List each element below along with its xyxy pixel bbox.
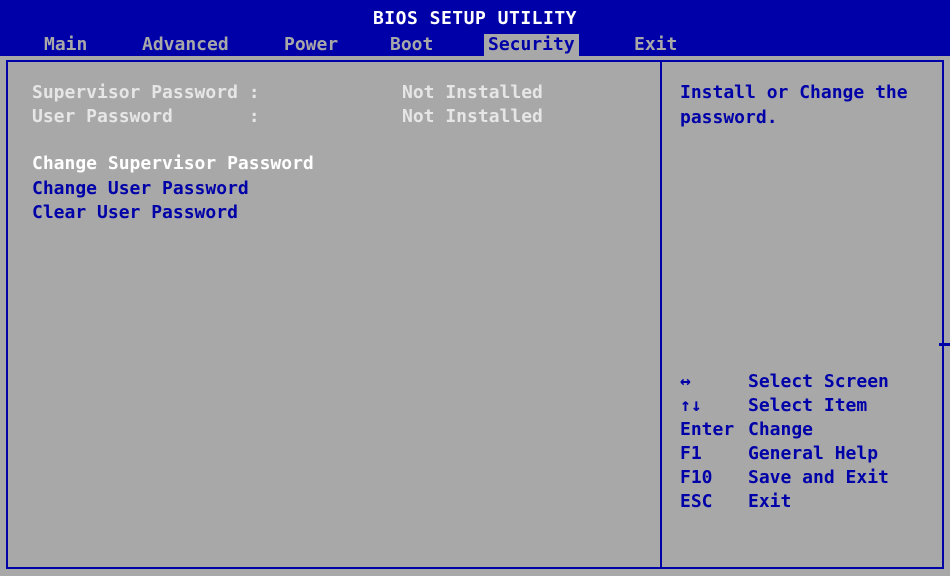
user-password-status: Not Installed (402, 106, 543, 127)
panel-divider (660, 60, 662, 569)
tab-exit[interactable]: Exit (630, 34, 681, 56)
help-text-line-1: Install or Change the (680, 82, 908, 103)
main-frame (6, 60, 944, 569)
key-f1: F1 (680, 443, 702, 464)
up-down-arrow-icon: ↑↓ (680, 395, 702, 416)
key-f10: F10 (680, 467, 713, 488)
bios-title: BIOS SETUP UTILITY (372, 8, 578, 29)
clear-user-password-item[interactable]: Clear User Password (32, 201, 238, 225)
left-right-arrow-icon: ↔ (680, 371, 691, 392)
supervisor-password-status: Not Installed (402, 82, 543, 103)
tab-main[interactable]: Main (40, 34, 91, 56)
title-bar: BIOS SETUP UTILITY Main Advanced Power B… (0, 0, 950, 56)
user-password-label: User Password : (32, 106, 260, 127)
key-desc-save-and-exit: Save and Exit (748, 467, 889, 488)
tab-power[interactable]: Power (280, 34, 342, 56)
change-supervisor-password-item[interactable]: Change Supervisor Password (32, 152, 314, 176)
key-esc: ESC (680, 491, 713, 512)
key-desc-exit: Exit (748, 491, 792, 512)
key-desc-select-screen: Select Screen (748, 371, 889, 392)
scroll-marker (939, 343, 950, 346)
key-desc-change: Change (748, 419, 814, 440)
tab-advanced[interactable]: Advanced (138, 34, 233, 56)
key-desc-select-item: Select Item (748, 395, 868, 416)
help-text-line-2: password. (680, 107, 778, 128)
tab-boot[interactable]: Boot (386, 34, 437, 56)
key-desc-general-help: General Help (748, 443, 879, 464)
tab-security[interactable]: Security (484, 34, 579, 56)
supervisor-password-label: Supervisor Password : (32, 82, 260, 103)
change-user-password-item[interactable]: Change User Password (32, 177, 249, 201)
key-enter: Enter (680, 419, 735, 440)
